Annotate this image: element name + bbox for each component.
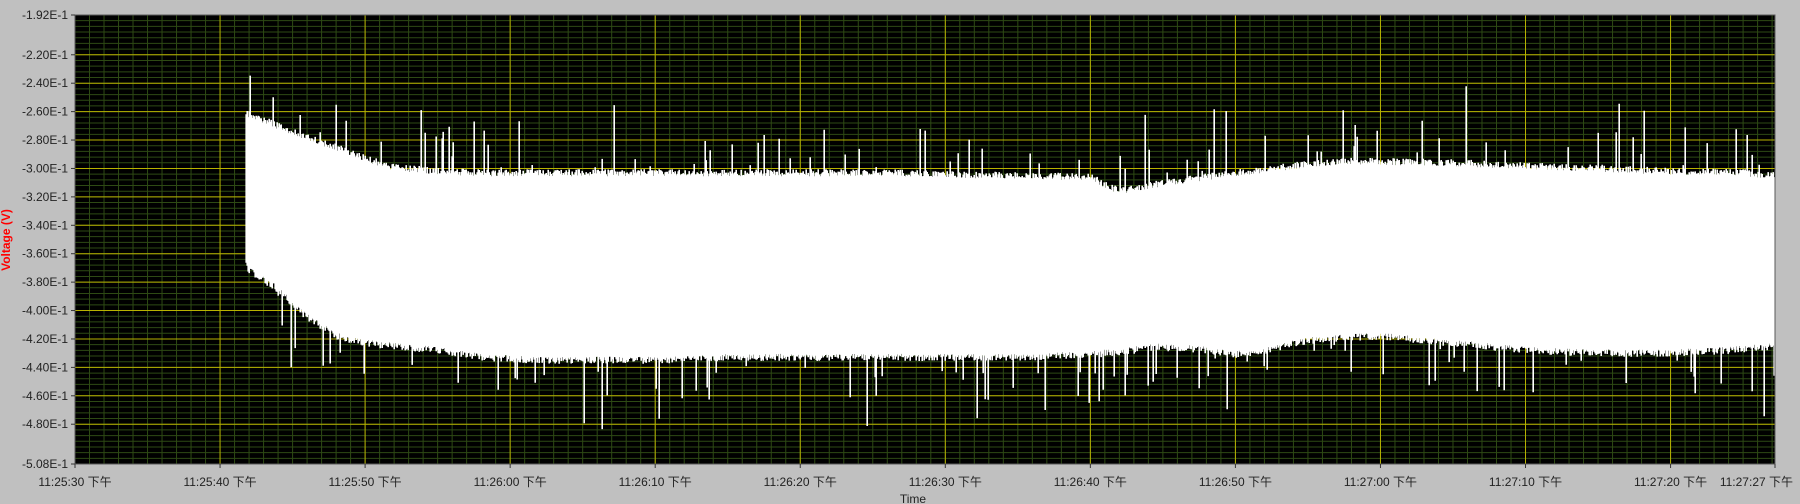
x-tick-label: 11:25:30 下午 (38, 475, 111, 489)
x-tick-label: 11:26:40 下午 (1054, 475, 1127, 489)
y-tick-label: -4.80E-1 (22, 417, 68, 431)
x-tick-label: 11:27:10 下午 (1489, 475, 1562, 489)
y-tick-label: -4.00E-1 (22, 304, 68, 318)
y-tick-label: -3.40E-1 (22, 218, 68, 232)
x-tick-label: 11:25:40 下午 (183, 475, 256, 489)
x-tick-label: 11:26:50 下午 (1199, 475, 1272, 489)
x-tick-label: 11:26:30 下午 (909, 475, 982, 489)
y-tick-label: -4.20E-1 (22, 332, 68, 346)
x-tick-label: 11:26:10 下午 (619, 475, 692, 489)
voltage-time-chart: -1.92E-1 -2.20E-1 -2.40E-1 -2.60E-1 -2.80E-1… (0, 0, 1800, 504)
x-tick-label: 11:26:00 下午 (474, 475, 547, 489)
y-axis-title: Voltage (V) (0, 209, 13, 271)
y-tick-label: -4.40E-1 (22, 360, 68, 374)
x-tick-label: 11:27:20 下午 (1634, 475, 1707, 489)
x-tick-label: 11:27:00 下午 (1344, 475, 1417, 489)
y-tick-label: -5.08E-1 (22, 457, 68, 471)
y-tick-label: -2.20E-1 (22, 48, 68, 62)
y-tick-label: -3.60E-1 (22, 247, 68, 261)
x-tick-label: 11:26:20 下午 (764, 475, 837, 489)
y-tick-label: -3.80E-1 (22, 275, 68, 289)
y-tick-label: -3.00E-1 (22, 161, 68, 175)
x-tick-label: 11:27:27 下午 (1720, 475, 1793, 489)
y-tick-label: -1.92E-1 (22, 8, 68, 22)
x-tick-label: 11:25:50 下午 (329, 475, 402, 489)
x-axis-title: Time (900, 492, 927, 504)
y-tick-label: -2.80E-1 (22, 133, 68, 147)
y-tick-label: -3.20E-1 (22, 190, 68, 204)
y-tick-label: -4.60E-1 (22, 389, 68, 403)
y-tick-label: -2.60E-1 (22, 105, 68, 119)
y-tick-label: -2.40E-1 (22, 76, 68, 90)
